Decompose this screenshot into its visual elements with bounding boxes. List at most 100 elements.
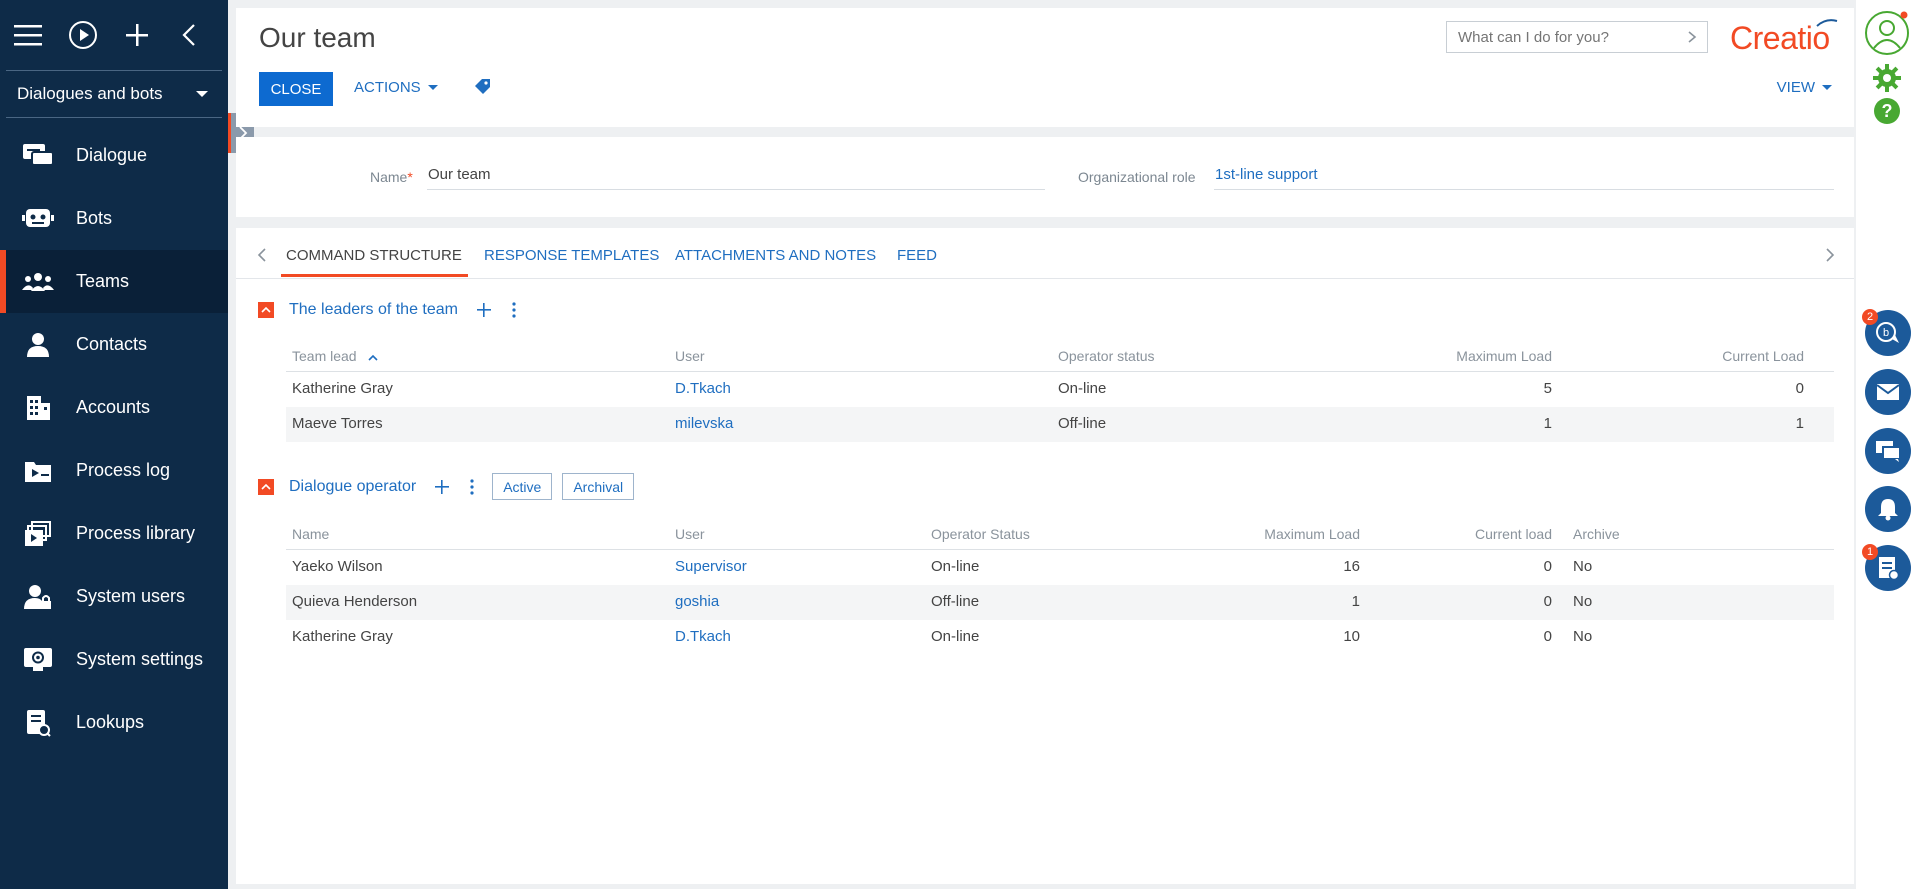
- column-header-operator-status[interactable]: Operator Status: [931, 526, 1030, 542]
- add-leader-button[interactable]: [474, 300, 494, 320]
- help-button[interactable]: ?: [1873, 97, 1901, 129]
- column-header-current-load[interactable]: Current load: [1475, 526, 1552, 542]
- tabs-scroll-right[interactable]: [1820, 245, 1840, 265]
- tag-icon[interactable]: [474, 78, 492, 100]
- column-header-current-load[interactable]: Current Load: [1722, 348, 1804, 364]
- messages-button[interactable]: [1865, 428, 1911, 474]
- record-form: Name* Our team Organizational role 1st-l…: [236, 137, 1854, 217]
- cell-maximum-load: 1: [1543, 415, 1552, 432]
- sidebar-item-contacts[interactable]: Contacts: [0, 313, 228, 376]
- filter-archival-button[interactable]: Archival: [562, 473, 635, 500]
- cell-name: Katherine Gray: [292, 628, 393, 645]
- more-vertical-icon: [512, 302, 516, 318]
- sidebar-item-lookups[interactable]: Lookups: [0, 691, 228, 754]
- teams-icon: [22, 268, 54, 296]
- workspace-selector[interactable]: Dialogues and bots: [6, 70, 222, 118]
- cell-name: Yaeko Wilson: [292, 558, 383, 575]
- avatar-icon: [1865, 11, 1909, 55]
- collapse-icon[interactable]: [258, 302, 274, 318]
- play-icon[interactable]: [68, 19, 98, 51]
- sidebar-item-teams[interactable]: Teams: [0, 250, 228, 313]
- settings-button[interactable]: [1872, 63, 1902, 97]
- table-header: Team lead User Operator status Maximum L…: [286, 340, 1834, 372]
- leaders-group-title[interactable]: The leaders of the team: [289, 301, 458, 319]
- bell-icon: [1878, 499, 1898, 521]
- sidebar-item-label: System users: [76, 586, 186, 606]
- cell-name: Quieva Henderson: [292, 593, 418, 610]
- user-profile-button[interactable]: [1864, 10, 1910, 56]
- cell-status: On-line: [1058, 380, 1107, 397]
- messages-icon: [1876, 441, 1901, 462]
- sidebar-item-bots[interactable]: Bots: [0, 187, 228, 250]
- tabs-scroll-left[interactable]: [252, 245, 272, 265]
- name-field[interactable]: Our team: [428, 166, 491, 183]
- cell-status: On-line: [931, 558, 980, 575]
- cell-current-load: 1: [1795, 415, 1804, 432]
- chat-badge: 2: [1862, 309, 1878, 325]
- chevron-down-icon: [427, 85, 438, 90]
- tab-feed[interactable]: FEED: [897, 247, 937, 264]
- column-header-name[interactable]: Name: [292, 526, 329, 542]
- role-field[interactable]: 1st-line support: [1215, 166, 1318, 183]
- view-button[interactable]: VIEW: [1777, 79, 1832, 96]
- detail-panel: COMMAND STRUCTURE RESPONSE TEMPLATES ATT…: [236, 228, 1854, 884]
- column-header-archive[interactable]: Archive: [1573, 526, 1620, 542]
- sidebar-item-process-log[interactable]: Process log: [0, 439, 228, 502]
- cell-maximum-load: 5: [1543, 380, 1552, 397]
- sidebar-item-process-library[interactable]: Process library: [0, 502, 228, 565]
- add-operator-button[interactable]: [432, 477, 452, 497]
- close-button[interactable]: CLOSE: [259, 72, 333, 106]
- column-header-user[interactable]: User: [675, 348, 705, 364]
- sidebar-item-system-users[interactable]: System users: [0, 565, 228, 628]
- actions-label: ACTIONS: [354, 79, 421, 96]
- cell-user-link[interactable]: D.Tkach: [675, 380, 731, 397]
- collapse-sidebar-icon[interactable]: [176, 19, 202, 51]
- column-header-maximum-load[interactable]: Maximum Load: [1264, 526, 1360, 542]
- search-input[interactable]: [1458, 28, 1678, 46]
- cell-user-link[interactable]: D.Tkach: [675, 628, 731, 645]
- column-header-operator-status[interactable]: Operator status: [1058, 348, 1155, 364]
- actions-button[interactable]: ACTIONS: [354, 79, 438, 96]
- command-search[interactable]: [1446, 21, 1708, 53]
- column-header-maximum-load[interactable]: Maximum Load: [1456, 348, 1552, 364]
- chevron-left-icon: [257, 248, 266, 262]
- cell-user-link[interactable]: milevska: [675, 415, 733, 432]
- table-row[interactable]: Quieva Henderson goshia Off-line 1 0 No: [286, 585, 1834, 620]
- plus-icon: [476, 303, 491, 317]
- operators-more-button[interactable]: [462, 477, 482, 497]
- process-library-icon: [22, 520, 54, 548]
- table-row[interactable]: Maeve Torres milevska Off-line 1 1: [286, 407, 1834, 442]
- sort-ascending-icon: [368, 354, 379, 361]
- filter-active-button[interactable]: Active: [492, 473, 553, 500]
- operators-group-title[interactable]: Dialogue operator: [289, 478, 416, 496]
- email-button[interactable]: [1865, 369, 1911, 415]
- sidebar: Dialogues and bots Dialogue Bots Teams C…: [0, 0, 228, 889]
- tab-response-templates[interactable]: RESPONSE TEMPLATES: [484, 247, 659, 264]
- column-header-team-lead[interactable]: Team lead: [292, 348, 379, 364]
- leaders-more-button[interactable]: [504, 300, 524, 320]
- plus-icon: [435, 479, 450, 494]
- system-settings-icon: [22, 646, 54, 674]
- plus-icon[interactable]: [124, 19, 150, 51]
- collapse-icon[interactable]: [258, 478, 274, 495]
- table-row[interactable]: Katherine Gray D.Tkach On-line 10 0 No: [286, 620, 1834, 655]
- table-row[interactable]: Yaeko Wilson Supervisor On-line 16 0 No: [286, 550, 1834, 585]
- menu-icon[interactable]: [14, 19, 42, 51]
- sidebar-item-system-settings[interactable]: System settings: [0, 628, 228, 691]
- sidebar-item-accounts[interactable]: Accounts: [0, 376, 228, 439]
- table-row[interactable]: Katherine Gray D.Tkach On-line 5 0: [286, 372, 1834, 407]
- sidebar-item-label: Lookups: [76, 712, 145, 732]
- cell-user-link[interactable]: goshia: [675, 593, 719, 610]
- column-header-user[interactable]: User: [675, 526, 705, 542]
- cell-user-link[interactable]: Supervisor: [675, 558, 747, 575]
- notifications-button[interactable]: [1865, 486, 1911, 532]
- tab-attachments-and-notes[interactable]: ATTACHMENTS AND NOTES: [675, 247, 876, 264]
- cell-name: Maeve Torres: [292, 415, 383, 432]
- tab-command-structure[interactable]: COMMAND STRUCTURE: [281, 247, 468, 277]
- gear-icon: [1873, 64, 1901, 92]
- email-icon: [1876, 384, 1900, 400]
- name-field-underline: [427, 189, 1045, 190]
- required-marker: *: [407, 169, 413, 185]
- sidebar-item-dialogue[interactable]: Dialogue: [0, 124, 228, 187]
- name-field-label: Name*: [370, 169, 413, 185]
